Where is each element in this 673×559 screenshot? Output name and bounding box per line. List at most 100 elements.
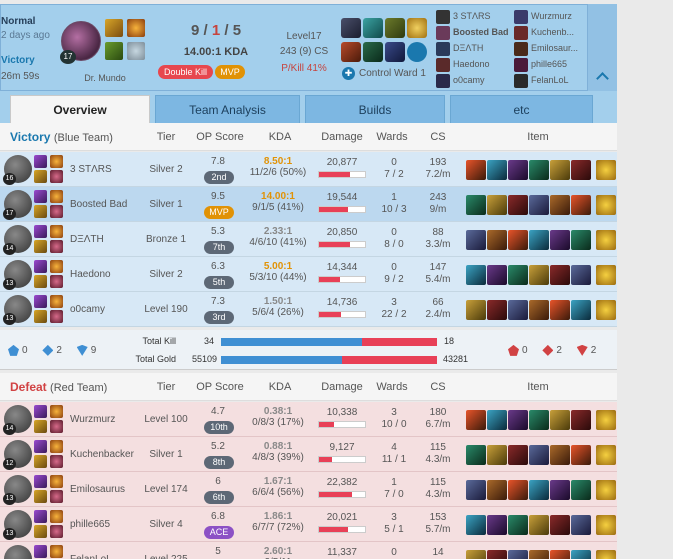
summoner-name[interactable]: phille665 <box>70 507 138 542</box>
summoner-spell-icon[interactable] <box>127 19 145 37</box>
item-icon[interactable] <box>550 445 570 465</box>
trinket-icon[interactable] <box>407 18 427 38</box>
summoner-spell-icon[interactable] <box>105 19 123 37</box>
player-row[interactable]: 13 o0camy Level 190 7.3 3rd 1.50:1 5/6/4 (26%)… <box>0 292 617 327</box>
summoner-spell-icon[interactable] <box>50 545 63 558</box>
participant-item[interactable]: Haedono <box>436 56 512 72</box>
player-row[interactable]: 13 phille665 Silver 4 6.8 ACE 1.86:1 6/7/7 (72… <box>0 507 617 542</box>
rune-icon[interactable] <box>34 525 47 538</box>
item-icon[interactable] <box>466 300 486 320</box>
item-icon[interactable] <box>529 160 549 180</box>
item-icon[interactable] <box>571 515 591 535</box>
player-row[interactable]: 14 Wurzmurz Level 100 4.7 10th 0.38:1 0/8/3 (1… <box>0 402 617 437</box>
summoner-name[interactable]: DΞΛTH <box>70 222 138 257</box>
rune-icon[interactable] <box>50 310 63 323</box>
item-icon[interactable] <box>487 195 507 215</box>
item-icon[interactable] <box>487 410 507 430</box>
player-row[interactable]: 13 Emilosaurus Level 174 6 6th 1.67:1 6/6/4 (5… <box>0 472 617 507</box>
rune-icon[interactable] <box>34 170 47 183</box>
item-icon[interactable] <box>571 480 591 500</box>
item-icon[interactable] <box>550 230 570 250</box>
tab-team-analysis[interactable]: Team Analysis <box>155 95 300 123</box>
trinket-icon[interactable] <box>596 160 616 180</box>
participant-item[interactable]: Boosted Bad <box>436 24 512 40</box>
item-icon[interactable] <box>508 300 528 320</box>
item-icon[interactable] <box>508 230 528 250</box>
summoner-name[interactable]: Wurzmurz <box>70 402 138 437</box>
item-icon[interactable] <box>550 265 570 285</box>
champion-icon[interactable]: 17 <box>3 190 32 220</box>
player-row[interactable]: 14FelanLoLLevel 22559th2.60:12/5/1111,33… <box>0 542 617 559</box>
champion-icon[interactable]: 13 <box>3 260 32 290</box>
rune-icon[interactable] <box>50 420 63 433</box>
summoner-spell-icon[interactable] <box>50 475 63 488</box>
champion-icon[interactable]: 16 <box>3 155 32 185</box>
item-icon[interactable] <box>529 445 549 465</box>
item-icon[interactable] <box>363 18 383 38</box>
summoner-name[interactable]: 3 STΛRS <box>70 152 138 187</box>
rune-icon[interactable] <box>34 455 47 468</box>
participant-item[interactable]: Wurzmurz <box>514 8 590 24</box>
rune-icon[interactable] <box>50 455 63 468</box>
trinket-icon[interactable] <box>596 480 616 500</box>
item-icon[interactable] <box>529 300 549 320</box>
summoner-spell-icon[interactable] <box>34 475 47 488</box>
rune-icon[interactable] <box>34 205 47 218</box>
champion-icon[interactable]: 14 <box>3 405 32 435</box>
item-icon[interactable] <box>550 300 570 320</box>
item-icon[interactable] <box>550 550 570 559</box>
summoner-spell-icon[interactable] <box>50 190 63 203</box>
item-icon[interactable] <box>466 410 486 430</box>
item-icon[interactable] <box>529 410 549 430</box>
summoner-name[interactable]: Kuchenbacker <box>70 437 138 472</box>
item-icon[interactable] <box>385 42 405 62</box>
item-icon[interactable] <box>466 195 486 215</box>
rune-icon[interactable] <box>34 310 47 323</box>
item-icon[interactable] <box>571 230 591 250</box>
player-row[interactable]: 16 3 STΛRS Silver 2 7.8 2nd 8.50:1 11/2/6 (50%… <box>0 152 617 187</box>
participant-item[interactable]: FelanLoL <box>514 72 590 88</box>
rune-icon[interactable] <box>127 42 145 60</box>
item-icon[interactable] <box>508 445 528 465</box>
collapse-button[interactable] <box>587 4 617 91</box>
player-row[interactable]: 12 Kuchenbacker Silver 1 5.2 8th 0.88:1 4/8/3 … <box>0 437 617 472</box>
rune-icon[interactable] <box>50 525 63 538</box>
item-icon[interactable] <box>487 230 507 250</box>
participant-item[interactable]: phille665 <box>514 56 590 72</box>
item-icon[interactable] <box>466 445 486 465</box>
trinket-icon[interactable] <box>596 230 616 250</box>
item-icon[interactable] <box>466 480 486 500</box>
item-icon[interactable] <box>508 265 528 285</box>
summoner-name[interactable]: Boosted Bad <box>70 187 138 222</box>
summoner-name[interactable]: FelanLoL <box>70 542 138 559</box>
participant-item[interactable]: Emilosaur... <box>514 40 590 56</box>
summoner-spell-icon[interactable] <box>50 440 63 453</box>
item-icon[interactable] <box>571 160 591 180</box>
item-icon[interactable] <box>385 18 405 38</box>
summoner-spell-icon[interactable] <box>34 190 47 203</box>
rune-icon[interactable] <box>105 42 123 60</box>
champion-icon[interactable]: 12 <box>3 440 32 470</box>
item-icon[interactable] <box>487 445 507 465</box>
item-icon[interactable] <box>341 42 361 62</box>
champion-portrait[interactable]: 17 <box>60 21 101 64</box>
tab-overview[interactable]: Overview <box>10 95 150 123</box>
item-icon[interactable] <box>550 480 570 500</box>
item-icon[interactable] <box>529 265 549 285</box>
player-row[interactable]: 17 Boosted Bad Silver 1 9.5 MVP 14.00:1 9/1/5 … <box>0 187 617 222</box>
tab-etc[interactable]: etc <box>450 95 593 123</box>
champion-icon[interactable]: 14 <box>3 225 32 255</box>
summoner-spell-icon[interactable] <box>34 405 47 418</box>
item-icon[interactable] <box>508 515 528 535</box>
rune-icon[interactable] <box>34 275 47 288</box>
rune-icon[interactable] <box>50 205 63 218</box>
trinket-icon[interactable] <box>596 300 616 320</box>
item-icon[interactable] <box>508 550 528 559</box>
item-icon[interactable] <box>466 265 486 285</box>
participant-item[interactable]: DΞΛTH <box>436 40 512 56</box>
item-icon[interactable] <box>508 160 528 180</box>
item-icon[interactable] <box>487 300 507 320</box>
trinket-icon[interactable] <box>596 550 616 559</box>
player-row[interactable]: 14 DΞΛTH Bronze 1 5.3 7th 2.33:1 4/6/10 (41%) 2… <box>0 222 617 257</box>
trinket-icon[interactable] <box>596 445 616 465</box>
